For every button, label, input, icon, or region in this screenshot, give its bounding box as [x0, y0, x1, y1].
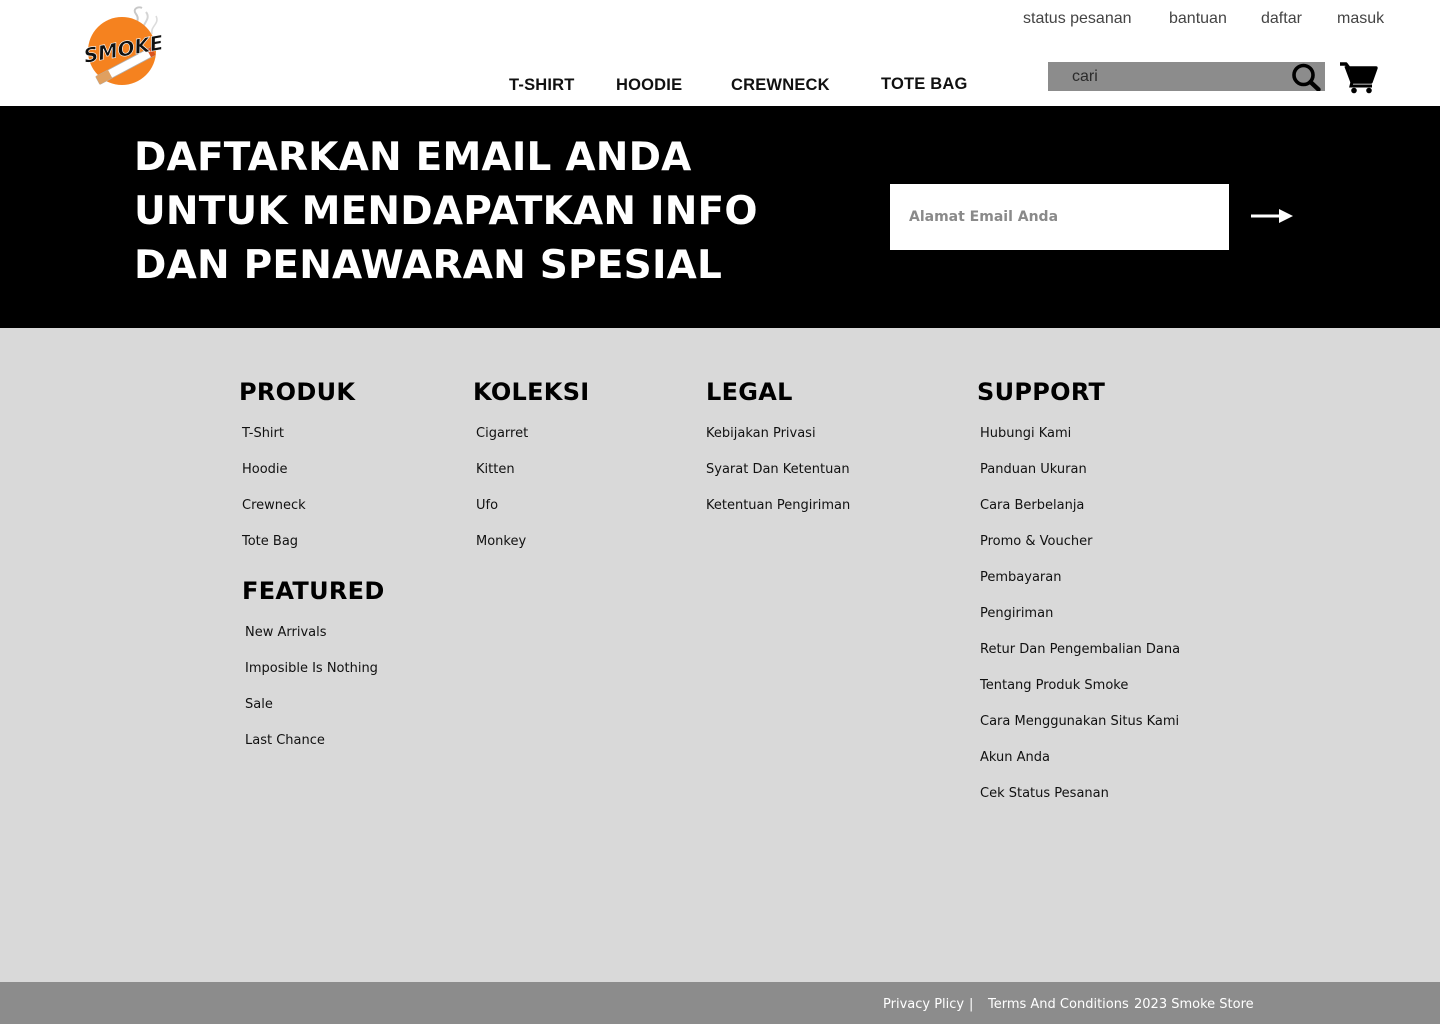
- footer-heading-koleksi: KOLEKSI: [473, 378, 590, 406]
- footer-link-akun-anda[interactable]: Akun Anda: [980, 750, 1180, 786]
- footer-link-kebijakan-privasi[interactable]: Kebijakan Privasi: [706, 426, 850, 462]
- footer-link-promo-voucher[interactable]: Promo & Voucher: [980, 534, 1180, 570]
- footer-heading-produk: PRODUK: [239, 378, 356, 406]
- newsletter-heading-line-3: DAN PENAWARAN SPESIAL: [134, 243, 723, 288]
- copyright-text: 2023 Smoke Store: [1134, 997, 1254, 1012]
- footer-link-new-arrivals[interactable]: New Arrivals: [245, 625, 378, 661]
- cart-icon[interactable]: [1338, 60, 1378, 94]
- footer-list-koleksi: Cigarret Kitten Ufo Monkey: [476, 426, 528, 570]
- footer-list-produk: T-Shirt Hoodie Crewneck Tote Bag: [242, 426, 306, 570]
- top-link-masuk[interactable]: masuk: [1337, 10, 1384, 28]
- footer-link-imposible-is-nothing[interactable]: Imposible Is Nothing: [245, 661, 378, 697]
- footer-link-cigarret[interactable]: Cigarret: [476, 426, 528, 462]
- bottom-separator: |: [969, 997, 974, 1012]
- page: SMOKE status pesanan bantuan daftar masu…: [0, 0, 1440, 1024]
- privacy-policy-link[interactable]: Privacy Plicy: [883, 997, 964, 1012]
- footer-link-retur[interactable]: Retur Dan Pengembalian Dana: [980, 642, 1180, 678]
- footer-link-hoodie[interactable]: Hoodie: [242, 462, 306, 498]
- newsletter-banner: DAFTARKAN EMAIL ANDA UNTUK MENDAPATKAN I…: [0, 106, 1440, 328]
- footer-link-pengiriman[interactable]: Pengiriman: [980, 606, 1180, 642]
- top-link-bantuan[interactable]: bantuan: [1169, 10, 1227, 28]
- footer-heading-support: SUPPORT: [977, 378, 1106, 406]
- search-input[interactable]: [1072, 65, 1282, 88]
- footer-link-tentang-produk[interactable]: Tentang Produk Smoke: [980, 678, 1180, 714]
- footer-list-featured: New Arrivals Imposible Is Nothing Sale L…: [245, 625, 378, 769]
- footer-link-sale[interactable]: Sale: [245, 697, 378, 733]
- site-header: SMOKE status pesanan bantuan daftar masu…: [0, 0, 1440, 106]
- terms-link[interactable]: Terms And Conditions: [988, 997, 1129, 1012]
- newsletter-heading-line-1: DAFTARKAN EMAIL ANDA: [134, 135, 692, 180]
- email-field[interactable]: [890, 184, 1229, 250]
- search-icon[interactable]: [1291, 63, 1321, 92]
- footer-link-panduan-ukuran[interactable]: Panduan Ukuran: [980, 462, 1180, 498]
- newsletter-heading-line-2: UNTUK MENDAPATKAN INFO: [134, 189, 758, 234]
- footer-list-legal: Kebijakan Privasi Syarat Dan Ketentuan K…: [706, 426, 850, 534]
- footer-link-monkey[interactable]: Monkey: [476, 534, 528, 570]
- top-links: status pesanan bantuan daftar masuk: [0, 10, 1440, 32]
- top-link-status-pesanan[interactable]: status pesanan: [1023, 10, 1132, 28]
- nav-item-tote-bag[interactable]: TOTE BAG: [881, 75, 968, 94]
- footer-link-crewneck[interactable]: Crewneck: [242, 498, 306, 534]
- footer-link-cara-menggunakan-situs[interactable]: Cara Menggunakan Situs Kami: [980, 714, 1180, 750]
- bottom-bar: Privacy Plicy | Terms And Conditions 202…: [0, 982, 1440, 1024]
- arrow-right-icon[interactable]: [1250, 208, 1294, 224]
- footer-link-ufo[interactable]: Ufo: [476, 498, 528, 534]
- top-link-daftar[interactable]: daftar: [1261, 10, 1302, 28]
- footer-heading-legal: LEGAL: [706, 378, 793, 406]
- footer-heading-featured: FEATURED: [242, 577, 385, 605]
- nav-item-crewneck[interactable]: CREWNECK: [731, 76, 830, 95]
- footer-list-support: Hubungi Kami Panduan Ukuran Cara Berbela…: [980, 426, 1180, 822]
- footer-link-last-chance[interactable]: Last Chance: [245, 733, 378, 769]
- search-bar: [1048, 62, 1325, 91]
- footer-link-cara-berbelanja[interactable]: Cara Berbelanja: [980, 498, 1180, 534]
- footer-link-cek-status-pesanan[interactable]: Cek Status Pesanan: [980, 786, 1180, 822]
- footer-link-hubungi-kami[interactable]: Hubungi Kami: [980, 426, 1180, 462]
- footer-link-kitten[interactable]: Kitten: [476, 462, 528, 498]
- nav-item-hoodie[interactable]: HOODIE: [616, 76, 682, 95]
- footer-link-pembayaran[interactable]: Pembayaran: [980, 570, 1180, 606]
- footer-link-syarat-dan-ketentuan[interactable]: Syarat Dan Ketentuan: [706, 462, 850, 498]
- footer-link-ketentuan-pengiriman[interactable]: Ketentuan Pengiriman: [706, 498, 850, 534]
- footer-link-t-shirt[interactable]: T-Shirt: [242, 426, 306, 462]
- footer-link-tote-bag[interactable]: Tote Bag: [242, 534, 306, 570]
- nav-item-t-shirt[interactable]: T-SHIRT: [509, 76, 575, 95]
